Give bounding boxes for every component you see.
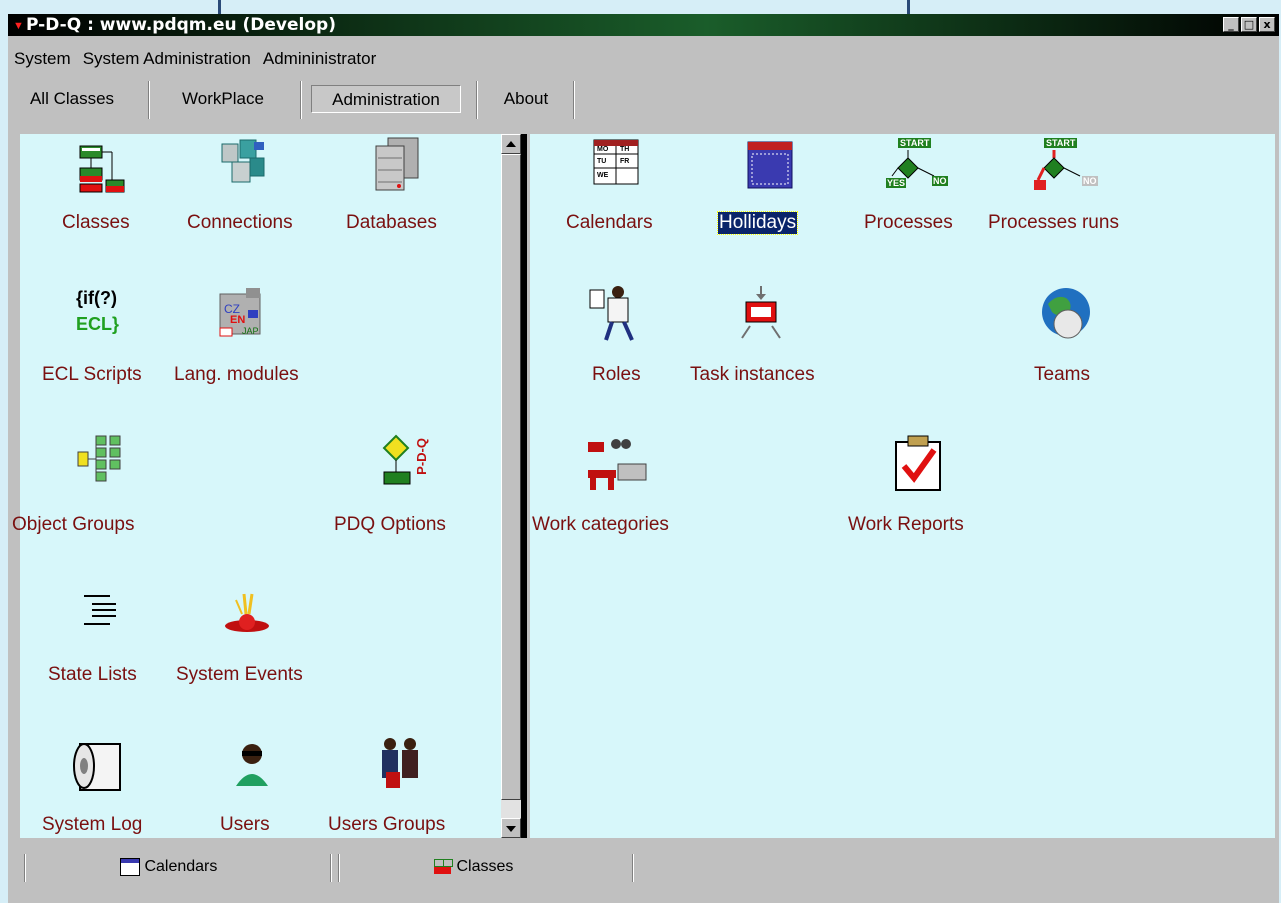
roles-label[interactable]: Roles (592, 364, 641, 386)
maximize-button[interactable]: □ (1241, 17, 1257, 32)
status-separator (330, 854, 332, 882)
processes-runs-label[interactable]: Processes runs (988, 212, 1119, 234)
menu-system-administration[interactable]: System Administration (77, 48, 257, 70)
scroll-up-button[interactable] (501, 134, 521, 154)
menu-system[interactable]: System (8, 48, 77, 70)
processes-icon[interactable]: START YES NO (884, 136, 956, 194)
app-icon[interactable]: ▼ (13, 20, 24, 32)
scroll-up-icon (506, 141, 516, 147)
scroll-down-button[interactable] (501, 818, 521, 838)
task-instances-icon[interactable] (736, 284, 786, 344)
calendars-label[interactable]: Calendars (566, 212, 653, 234)
system-events-label[interactable]: System Events (176, 664, 303, 686)
users-groups-icon[interactable] (376, 736, 426, 792)
users-icon[interactable] (232, 740, 272, 790)
panel-splitter[interactable] (521, 134, 527, 838)
classes-small-icon (434, 858, 453, 875)
cal-fr-text: FR (620, 158, 630, 165)
state-lists-label[interactable]: State Lists (48, 664, 137, 686)
processes-label[interactable]: Processes (864, 212, 953, 234)
status-bar: Calendars Classes (8, 848, 1279, 888)
system-log-label[interactable]: System Log (42, 814, 142, 836)
close-button[interactable]: x (1259, 17, 1275, 32)
cal-th-text: TH (620, 146, 630, 153)
menu-administrator[interactable]: Admininistrator (257, 48, 382, 70)
tab-administration[interactable]: Administration (311, 85, 461, 113)
tab-about[interactable]: About (486, 85, 566, 113)
classes-label[interactable]: Classes (62, 212, 130, 234)
lang-jap-text: JAP (242, 326, 259, 336)
task-instances-label[interactable]: Task instances (690, 364, 815, 386)
calendars-small-icon (120, 857, 140, 876)
tab-bar: All Classes WorkPlace Administration Abo… (8, 79, 1279, 121)
window-title: P-D-Q : www.pdqm.eu (Develop) (26, 15, 336, 35)
ecl-top-text: {if(?) (76, 288, 117, 308)
object-groups-label[interactable]: Object Groups (12, 514, 135, 536)
left-icon-panel: Classes Connections Databases {if(?) ECL… (12, 134, 501, 838)
status-separator (338, 854, 340, 882)
pdq-options-label[interactable]: PDQ Options (334, 514, 446, 536)
work-reports-icon[interactable] (890, 434, 946, 494)
work-categories-icon[interactable] (586, 434, 658, 494)
status-separator (632, 854, 634, 882)
roles-icon[interactable] (588, 284, 638, 344)
status-cell-calendars[interactable]: Calendars (30, 852, 332, 884)
pdq-options-icon[interactable]: P-D-Q (380, 432, 440, 492)
system-log-icon[interactable] (70, 738, 130, 798)
databases-icon[interactable] (372, 136, 422, 196)
lang-modules-label[interactable]: Lang. modules (174, 364, 299, 386)
lang-modules-icon[interactable]: CZ EN JAP (216, 284, 266, 340)
status-separator (24, 854, 26, 882)
cal-mo-text: MO (597, 146, 609, 153)
teams-icon[interactable] (1038, 284, 1094, 344)
hollidays-icon[interactable] (742, 136, 798, 192)
scroll-thumb[interactable] (501, 154, 521, 800)
cal-we-text: WE (597, 172, 609, 179)
work-reports-label[interactable]: Work Reports (848, 514, 964, 536)
work-categories-label[interactable]: Work categories (532, 514, 669, 536)
hollidays-label[interactable]: Hollidays (716, 211, 799, 235)
connections-label[interactable]: Connections (187, 212, 293, 234)
tab-all-classes[interactable]: All Classes (8, 85, 136, 113)
tab-workplace[interactable]: WorkPlace (158, 85, 288, 113)
state-lists-icon[interactable] (80, 592, 120, 632)
users-groups-label[interactable]: Users Groups (328, 814, 445, 836)
ecl-bottom-text: ECL} (76, 314, 120, 334)
teams-label[interactable]: Teams (1034, 364, 1090, 386)
tab-separator (476, 81, 478, 119)
cal-tu-text: TU (597, 158, 607, 165)
users-label[interactable]: Users (220, 814, 270, 836)
processes-runs-no-text: NO (1082, 176, 1098, 186)
pdq-vertical-text: P-D-Q (414, 438, 429, 475)
tab-separator (148, 81, 150, 119)
connections-icon[interactable] (218, 136, 268, 196)
databases-label[interactable]: Databases (346, 212, 437, 234)
menu-bar: System System Administration Admininistr… (8, 48, 382, 70)
processes-yes-text: YES (886, 178, 907, 188)
status-cell-classes[interactable]: Classes (342, 852, 632, 884)
status-calendars-label: Calendars (144, 858, 218, 875)
right-icon-panel: MO TH TU FR WE Calendars Hollidays START… (530, 134, 1275, 838)
scroll-down-icon (506, 826, 516, 832)
tab-separator (300, 81, 302, 119)
ecl-scripts-label[interactable]: ECL Scripts (42, 364, 142, 386)
processes-no-text: NO (932, 176, 948, 186)
status-classes-label: Classes (456, 858, 514, 875)
lang-en-text: EN (230, 314, 246, 326)
left-panel-scrollbar[interactable] (501, 134, 521, 838)
classes-icon[interactable] (78, 138, 128, 198)
minimize-button[interactable]: _ (1223, 17, 1239, 32)
title-bar[interactable]: ▼ P-D-Q : www.pdqm.eu (Develop) _ □ x (8, 14, 1279, 36)
system-events-icon[interactable] (222, 592, 272, 642)
ecl-scripts-icon[interactable]: {if(?) ECL} (70, 284, 140, 344)
tab-separator (573, 81, 575, 119)
object-groups-icon[interactable] (76, 434, 126, 484)
calendars-icon[interactable]: MO TH TU FR WE (592, 138, 642, 188)
processes-runs-icon[interactable]: START NO (1030, 136, 1102, 194)
